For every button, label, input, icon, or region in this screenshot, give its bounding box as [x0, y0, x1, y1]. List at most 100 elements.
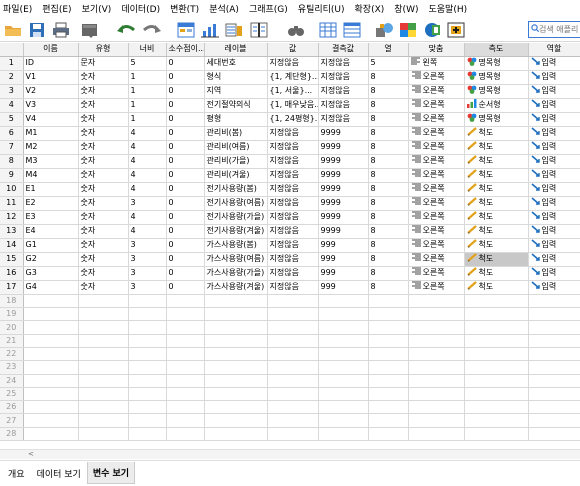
empty-cell[interactable]: [23, 427, 79, 442]
column-role-cell[interactable]: 입력: [528, 280, 580, 295]
column-missing-cell[interactable]: 지정않음: [318, 84, 369, 99]
empty-cell[interactable]: [408, 294, 465, 309]
empty-cell[interactable]: [204, 360, 268, 375]
empty-cell[interactable]: [23, 334, 79, 348]
column-values-cell[interactable]: 지정않음: [267, 126, 319, 141]
column-type-cell[interactable]: 숫자: [78, 168, 129, 183]
column-columns-cell[interactable]: 8: [368, 238, 409, 253]
row-number[interactable]: 18: [0, 294, 24, 309]
column-label-cell[interactable]: 지역: [204, 84, 268, 99]
row-number[interactable]: 8: [0, 154, 24, 169]
empty-cell[interactable]: [528, 413, 580, 428]
empty-cell[interactable]: [23, 294, 79, 309]
column-type-cell[interactable]: 숫자: [78, 126, 129, 141]
tab-data-view[interactable]: 데이터 보기: [31, 462, 87, 484]
column-type-cell[interactable]: 숫자: [78, 224, 129, 239]
column-label-cell[interactable]: 관리비(가을): [204, 154, 268, 169]
column-measure-cell[interactable]: 척도: [464, 224, 529, 239]
empty-cell[interactable]: [166, 413, 205, 428]
column-name-cell[interactable]: E3: [23, 210, 79, 225]
empty-cell[interactable]: [528, 387, 580, 402]
column-name-cell[interactable]: G2: [23, 252, 79, 267]
column-decimals-cell[interactable]: 0: [166, 266, 205, 281]
empty-cell[interactable]: [318, 427, 369, 442]
empty-cell[interactable]: [464, 374, 529, 388]
column-measure-cell[interactable]: 척도: [464, 238, 529, 253]
column-missing-cell[interactable]: 지정않음: [318, 56, 369, 71]
column-type-cell[interactable]: 숫자: [78, 112, 129, 127]
column-role-cell[interactable]: 입력: [528, 238, 580, 253]
empty-cell[interactable]: [318, 294, 369, 309]
column-missing-cell[interactable]: 999: [318, 280, 369, 295]
undo-icon[interactable]: [116, 20, 136, 39]
weight-cases-icon[interactable]: [374, 20, 394, 39]
column-align-cell[interactable]: 오른쪽: [408, 84, 465, 99]
empty-cell[interactable]: [408, 320, 465, 335]
empty-cell[interactable]: [464, 360, 529, 375]
empty-cell[interactable]: [408, 334, 465, 348]
row-number[interactable]: 10: [0, 182, 24, 197]
empty-cell[interactable]: [464, 334, 529, 348]
empty-cell[interactable]: [166, 334, 205, 348]
column-decimals-cell[interactable]: 0: [166, 98, 205, 113]
menu-item[interactable]: 확장(X): [355, 2, 385, 15]
empty-cell[interactable]: [128, 334, 167, 348]
empty-cell[interactable]: [204, 400, 268, 415]
column-values-cell[interactable]: {1, 서울}...: [267, 84, 319, 99]
empty-cell[interactable]: [408, 387, 465, 402]
column-width-cell[interactable]: 4: [128, 154, 167, 169]
column-decimals-cell[interactable]: 0: [166, 154, 205, 169]
column-decimals-cell[interactable]: 0: [166, 182, 205, 197]
column-role-cell[interactable]: 입력: [528, 224, 580, 239]
empty-cell[interactable]: [78, 427, 129, 442]
column-columns-cell[interactable]: 8: [368, 280, 409, 295]
column-values-cell[interactable]: {1, 매우낮음...: [267, 98, 319, 113]
empty-cell[interactable]: [408, 374, 465, 388]
menu-item[interactable]: 도움말(H): [428, 2, 467, 15]
column-label-header[interactable]: 레이블: [204, 43, 268, 57]
row-number[interactable]: 21: [0, 334, 24, 348]
empty-cell[interactable]: [368, 427, 409, 442]
empty-cell[interactable]: [128, 400, 167, 415]
empty-cell[interactable]: [23, 347, 79, 362]
column-name-cell[interactable]: G3: [23, 266, 79, 281]
column-missing-cell[interactable]: 지정않음: [318, 70, 369, 85]
empty-cell[interactable]: [23, 413, 79, 428]
column-width-cell[interactable]: 1: [128, 98, 167, 113]
empty-cell[interactable]: [204, 413, 268, 428]
empty-cell[interactable]: [78, 334, 129, 348]
empty-cell[interactable]: [267, 334, 319, 348]
column-width-cell[interactable]: 1: [128, 70, 167, 85]
empty-cell[interactable]: [204, 294, 268, 309]
column-name-cell[interactable]: G1: [23, 238, 79, 253]
search-box[interactable]: [528, 21, 580, 38]
row-number[interactable]: 12: [0, 210, 24, 225]
empty-cell[interactable]: [78, 360, 129, 375]
column-decimals-cell[interactable]: 0: [166, 168, 205, 183]
column-width-cell[interactable]: 4: [128, 168, 167, 183]
column-values-cell[interactable]: 지정않음: [267, 56, 319, 71]
column-measure-cell[interactable]: 척도: [464, 266, 529, 281]
empty-cell[interactable]: [368, 334, 409, 348]
column-measure-cell[interactable]: 명목형: [464, 84, 529, 99]
empty-cell[interactable]: [267, 347, 319, 362]
column-decimals-cell[interactable]: 0: [166, 224, 205, 239]
empty-cell[interactable]: [128, 387, 167, 402]
column-columns-cell[interactable]: 8: [368, 154, 409, 169]
column-type-cell[interactable]: 숫자: [78, 280, 129, 295]
empty-cell[interactable]: [368, 400, 409, 415]
column-role-header[interactable]: 역할: [528, 43, 580, 57]
column-columns-cell[interactable]: 8: [368, 266, 409, 281]
empty-cell[interactable]: [128, 427, 167, 442]
empty-cell[interactable]: [166, 387, 205, 402]
empty-cell[interactable]: [464, 387, 529, 402]
column-type-cell[interactable]: 숫자: [78, 182, 129, 197]
row-number[interactable]: 28: [0, 427, 24, 442]
empty-cell[interactable]: [464, 400, 529, 415]
column-decimals-cell[interactable]: 0: [166, 70, 205, 85]
column-align-cell[interactable]: 오른쪽: [408, 280, 465, 295]
column-width-cell[interactable]: 3: [128, 266, 167, 281]
column-name-cell[interactable]: V1: [23, 70, 79, 85]
row-number[interactable]: 2: [0, 70, 24, 85]
column-missing-cell[interactable]: 9999: [318, 196, 369, 211]
